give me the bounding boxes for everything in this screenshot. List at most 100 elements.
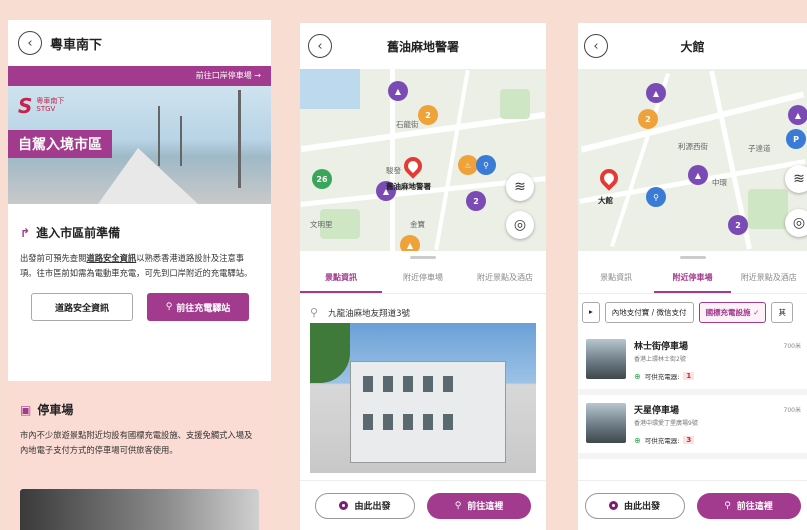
carpark-list-item[interactable]: 林士街停車場 香港上環林士街2號 ⊕ 可供充電器: 1 700米 (578, 331, 807, 395)
tab-bar: 景點資訊 附近停車場 附近景點及酒店 (300, 264, 546, 294)
locate-me-icon[interactable]: ◎ (506, 211, 534, 239)
map-pin[interactable]: ♨ (458, 155, 478, 175)
attraction-photo (310, 323, 536, 473)
map-street-label: 金寶 (410, 220, 425, 229)
ev-availability: ⊕ 可供充電器: 1 (634, 371, 695, 381)
tab-attraction-info[interactable]: 景點資訊 (578, 264, 654, 293)
ev-label: 可供充電器: (644, 437, 680, 445)
ev-count-badge: 3 (683, 436, 695, 444)
carpark-address: 香港中環愛丁堡廣場9號 (634, 420, 698, 427)
layers-icon[interactable]: ≋ (785, 165, 807, 193)
location-marker-icon[interactable] (400, 153, 426, 179)
locate-me-icon[interactable]: ◎ (785, 209, 807, 237)
map-view[interactable]: ▲ 2 ⚲ ▲ 2 P ▲ 大館 中環 子達道 利源西街 ≋ ◎ (578, 69, 807, 251)
location-pin-icon: ⚲ (724, 500, 731, 511)
carpark-list-item[interactable]: 天星停車場 香港中環愛丁堡廣場9號 ⊕ 可供充電器: 3 700米 (578, 395, 807, 459)
ev-availability: ⊕ 可供充電器: 3 (634, 435, 698, 445)
stgv-logo: S 粵車南下 STGV (18, 94, 64, 118)
parking-icon: ▣ (20, 402, 32, 417)
tab-nearby-carparks[interactable]: 附近停車場 (654, 264, 731, 293)
back-icon[interactable]: ‹ (18, 31, 42, 55)
depart-label: 由此出發 (354, 502, 391, 512)
map-pin[interactable]: ▲ (400, 235, 420, 251)
ev-charger-icon: ⊕ (634, 371, 641, 381)
location-pin-icon: ⚲ (310, 306, 319, 319)
screen-yaumatei-police: ‹ 舊油麻地警署 ▲ 2 26 ♨ ⚲ 2 ▲ ▲ 舊油麻地警署 石龍街 駿發 … (300, 23, 546, 530)
page-title: 大館 (680, 39, 705, 54)
hero-banner: 前往口岸停車場 → S 粵車南下 STGV 自駕入境市區 (8, 66, 271, 204)
route-icon: ↱ (20, 225, 31, 240)
carpark-photo (586, 403, 626, 443)
section-preparation: ↱ 進入市區前準備 出發前可預先查閱道路安全資訊以熟悉香港道路設計及注意事項。往… (8, 204, 271, 403)
map-marker-label: 大館 (598, 196, 613, 205)
top-bar: ‹ 舊油麻地警署 (300, 23, 546, 69)
navigate-label: 前往這裡 (467, 502, 504, 512)
tab-bar: 景點資訊 附近停車場 附近景點及酒店 (578, 264, 807, 294)
depart-from-here-button[interactable]: 由此出發 (584, 492, 685, 519)
navigate-here-button[interactable]: ⚲ 前往這裡 (696, 492, 801, 519)
map-pin[interactable]: ⚲ (476, 155, 496, 175)
layers-icon[interactable]: ≋ (506, 173, 534, 201)
map-pin[interactable]: 2 (418, 105, 438, 125)
map-street-label: 子達道 (748, 144, 771, 153)
map-pin[interactable]: ⚲ (646, 187, 666, 207)
logo-text-en: STGV (36, 105, 56, 113)
tab-nearby-carparks[interactable]: 附近停車場 (382, 264, 464, 293)
charging-station-label: 前往充電驛站 (176, 303, 231, 314)
section-heading: ▣ 停車場 (20, 401, 259, 418)
road-safety-button[interactable]: 道路安全資訊 (31, 293, 133, 321)
sheet-handle[interactable] (679, 256, 706, 259)
screen-stgv: ‹ 粵車南下 前往口岸停車場 → S 粵車南下 STGV 自駕入境市區 ↱ 進入… (8, 20, 271, 530)
depart-label: 由此出發 (623, 502, 660, 512)
tab-attraction-info[interactable]: 景點資訊 (300, 264, 382, 293)
section-paragraph: 市內不少旅遊景點附近均設有國標充電設施、支援免觸式入場及內地電子支付方式的停車場… (20, 430, 253, 455)
section-heading: ↱ 進入市區前準備 (20, 224, 259, 241)
carpark-name: 林士街停車場 (634, 342, 689, 352)
info-sheet: 景點資訊 附近停車場 附近景點及酒店 ▸ 內地支付寶 / 微信支付 國標充電設施… (578, 256, 807, 459)
stgv-logo-icon: S (18, 94, 33, 118)
map-pin[interactable]: 26 (312, 169, 332, 189)
navigate-here-button[interactable]: ⚲ 前往這裡 (427, 492, 531, 519)
map-pin[interactable]: ▲ (788, 105, 807, 125)
map-pin[interactable]: ▲ (688, 165, 708, 185)
section-paragraph: 出發前可預先查閱道路安全資訊以熟悉香港道路設計及注意事項。往市區前如需為電動車充… (20, 251, 259, 281)
tab-nearby-attractions[interactable]: 附近景點及酒店 (464, 264, 546, 293)
map-pin[interactable]: ▲ (388, 81, 408, 101)
road-safety-link[interactable]: 道路安全資訊 (86, 253, 136, 263)
carpark-address: 香港上環林士街2號 (634, 356, 686, 363)
map-street-label: 文明里 (310, 220, 333, 229)
ev-count-badge: 1 (683, 372, 695, 380)
map-view[interactable]: ▲ 2 26 ♨ ⚲ 2 ▲ ▲ 舊油麻地警署 石龍街 駿發 文明里 金寶 ≋ … (300, 69, 546, 251)
origin-dot-icon (339, 501, 349, 510)
ev-charger-icon: ⊕ (634, 435, 641, 445)
section-heading-text: 進入市區前準備 (36, 226, 121, 240)
carpark-distance: 700米 (783, 343, 801, 350)
map-pin[interactable]: P (786, 129, 806, 149)
charging-station-button[interactable]: ⚲ 前往充電驛站 (147, 293, 249, 321)
filter-chip-gb-charger[interactable]: 國標充電設施 ✓ (698, 302, 767, 323)
charger-icon: ⚲ (165, 302, 173, 312)
filter-chip-more[interactable]: 其 (771, 302, 793, 323)
sheet-handle[interactable] (410, 256, 436, 259)
map-pin[interactable]: 2 (728, 215, 748, 235)
carpark-photo (586, 339, 626, 379)
address-text: 九龍油麻地友翔道3號 (328, 308, 410, 319)
filter-chip[interactable]: ▸ (582, 302, 600, 323)
map-pin[interactable]: ▲ (646, 83, 666, 103)
location-pin-icon: ⚲ (454, 500, 462, 511)
carpark-name: 天星停車場 (634, 406, 680, 416)
depart-from-here-button[interactable]: 由此出發 (315, 492, 415, 519)
map-street-label: 中環 (712, 178, 727, 187)
banner-tag: 自駕入境市區 (8, 130, 112, 158)
tab-nearby-attractions[interactable]: 附近景點及酒店 (731, 264, 807, 293)
screen-taikwun: ‹ 大館 ▲ 2 ⚲ ▲ 2 P ▲ 大館 中環 子達道 利源西街 ≋ ◎ 景點… (578, 23, 807, 530)
bottom-action-bar: 由此出發 ⚲ 前往這裡 (300, 480, 546, 530)
banner-link[interactable]: 前往口岸停車場 → (8, 66, 271, 86)
map-pin[interactable]: 2 (638, 109, 658, 129)
section-carpark: ▣ 停車場 市內不少旅遊景點附近均設有國標充電設施、支援免觸式入場及內地電子支付… (8, 381, 271, 530)
location-marker-icon[interactable] (596, 165, 622, 191)
map-street-label: 利源西街 (678, 142, 708, 151)
filter-chip-epayment[interactable]: 內地支付寶 / 微信支付 (604, 302, 694, 323)
page-title: 舊油麻地警署 (386, 39, 459, 54)
map-pin[interactable]: 2 (466, 191, 486, 211)
